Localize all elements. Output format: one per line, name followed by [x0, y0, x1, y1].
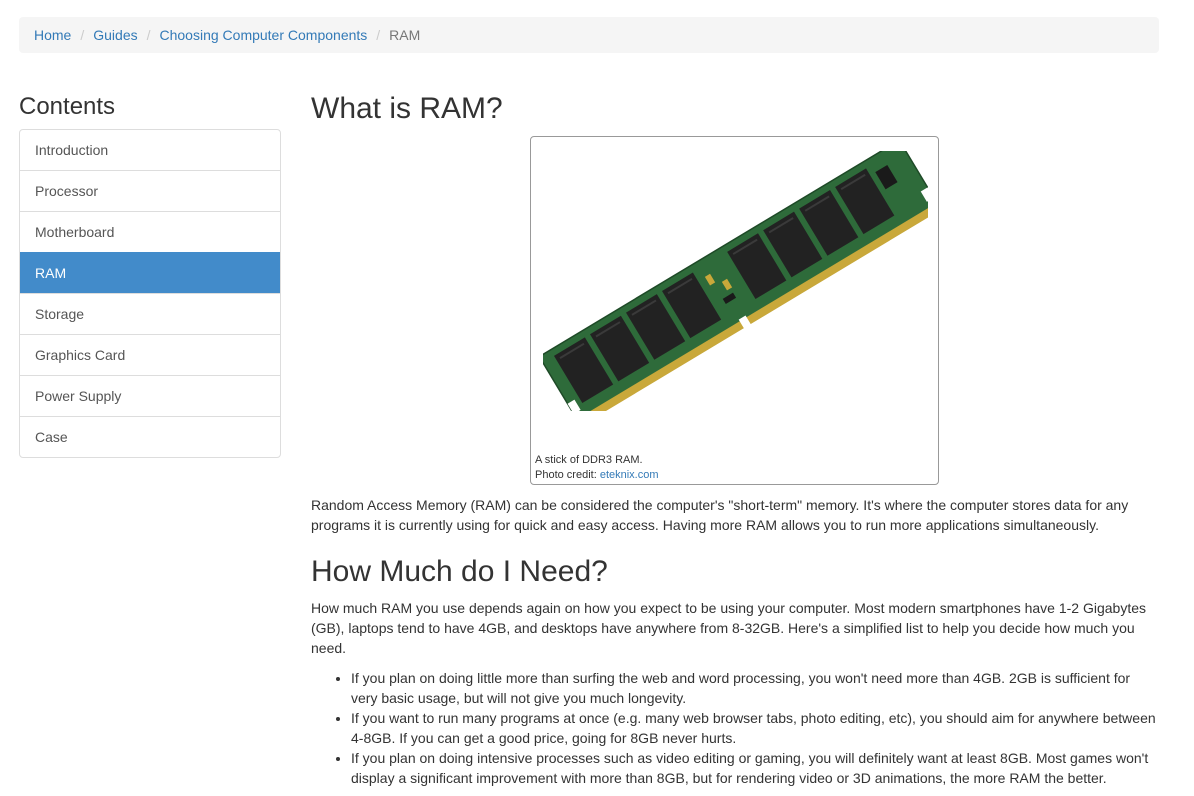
- page-title: What is RAM?: [311, 92, 503, 125]
- sidebar-item-motherboard[interactable]: Motherboard: [20, 211, 280, 252]
- section-paragraph: How much RAM you use depends again on ho…: [311, 600, 1147, 656]
- ram-stick-image: [543, 151, 928, 411]
- ram-figure: A stick of DDR3 RAM. Photo credit: etekn…: [530, 136, 939, 485]
- photo-credit-label: Photo credit:: [535, 469, 597, 481]
- sidebar-item-storage[interactable]: Storage: [20, 293, 280, 334]
- sidebar-title: Contents: [19, 93, 116, 120]
- contents-list: Introduction Processor Motherboard RAM S…: [19, 129, 281, 458]
- section-title: How Much do I Need?: [311, 555, 608, 588]
- sidebar-item-power-supply[interactable]: Power Supply: [20, 375, 280, 416]
- contents-sidebar: Contents Introduction Processor Motherbo…: [19, 90, 281, 458]
- photo-credit-link[interactable]: eteknix.com: [600, 469, 659, 481]
- breadcrumb-separator: /: [376, 27, 381, 43]
- sidebar-item-introduction[interactable]: Introduction: [20, 130, 280, 170]
- figure-caption: A stick of DDR3 RAM. Photo credit: etekn…: [535, 453, 659, 483]
- main-content: What is RAM? A stick of DDR3 RAM. Photo …: [311, 90, 1159, 786]
- breadcrumb-separator: /: [146, 27, 151, 43]
- list-item: If you want to run many programs at once…: [351, 708, 1159, 748]
- breadcrumb-current: RAM: [389, 27, 421, 43]
- intro-paragraph: Random Access Memory (RAM) can be consid…: [311, 497, 1129, 533]
- list-item: If you plan on doing intensive processes…: [351, 748, 1159, 788]
- sidebar-item-ram[interactable]: RAM: [20, 252, 280, 293]
- list-item: If you plan on doing little more than su…: [351, 668, 1159, 708]
- sidebar-item-graphics-card[interactable]: Graphics Card: [20, 334, 280, 375]
- ram-recommendations-list: If you plan on doing little more than su…: [311, 668, 1159, 788]
- breadcrumb-home-link[interactable]: Home: [34, 27, 71, 43]
- sidebar-item-case[interactable]: Case: [20, 416, 280, 457]
- breadcrumb-guides-link[interactable]: Guides: [93, 27, 137, 43]
- sidebar-item-processor[interactable]: Processor: [20, 170, 280, 211]
- breadcrumb: Home / Guides / Choosing Computer Compon…: [19, 17, 1159, 53]
- breadcrumb-choosing-components-link[interactable]: Choosing Computer Components: [160, 27, 368, 43]
- caption-text: A stick of DDR3 RAM.: [535, 454, 643, 466]
- photo-credit: Photo credit: eteknix.com: [535, 468, 659, 483]
- breadcrumb-separator: /: [80, 27, 85, 43]
